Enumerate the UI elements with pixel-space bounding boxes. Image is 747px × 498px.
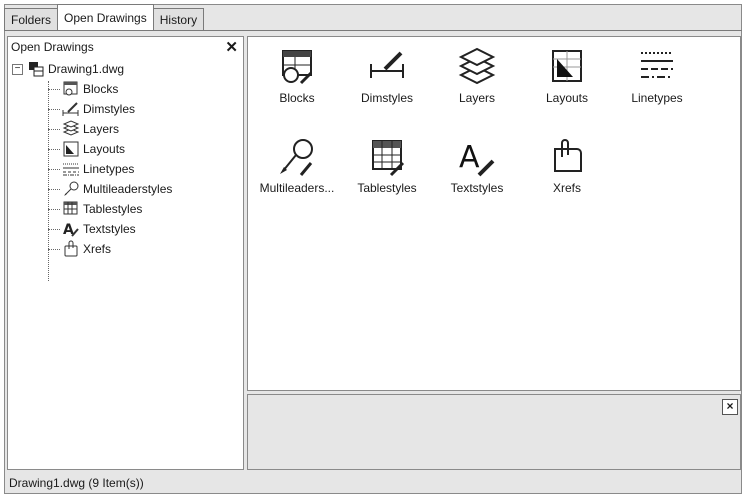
tree-item-blocks[interactable]: Blocks: [48, 79, 118, 99]
content-item-layers[interactable]: Layers: [432, 47, 522, 105]
tree-root-drawing1[interactable]: − Drawing1.dwg: [12, 59, 124, 79]
content-item-xrefs[interactable]: Xrefs: [522, 137, 612, 195]
multileaders-icon: [62, 180, 80, 198]
content-item-tablestyles[interactable]: Tablestyles: [342, 137, 432, 195]
tree-item-textstyles[interactable]: A Textstyles: [48, 219, 136, 239]
close-icon[interactable]: ✕: [225, 38, 238, 56]
tree-pane-title: Open Drawings: [11, 40, 94, 54]
blocks-icon: [282, 50, 313, 85]
layouts-icon: [62, 140, 80, 158]
tab-folders[interactable]: Folders: [4, 8, 59, 30]
linetypes-icon: [641, 52, 673, 78]
layouts-icon: [552, 50, 582, 82]
content-item-blocks[interactable]: Blocks: [252, 47, 342, 105]
content-item-linetypes[interactable]: Linetypes: [612, 47, 702, 105]
tree-item-linetypes[interactable]: Linetypes: [48, 159, 134, 179]
content-item-layouts[interactable]: Layouts: [522, 47, 612, 105]
tab-bar: Folders Open Drawings History: [4, 4, 205, 30]
layers-icon: [458, 47, 496, 85]
tree-pane: Open Drawings ✕ − Drawing1.dwg Blocks Di…: [7, 36, 244, 470]
linetypes-icon: [62, 160, 80, 178]
layers-icon: [62, 120, 80, 138]
xrefs-icon: [554, 139, 582, 172]
drawing-tree: − Drawing1.dwg Blocks Dimstyles Layers L…: [12, 59, 237, 309]
tree-item-xrefs[interactable]: Xrefs: [48, 239, 111, 259]
blocks-icon: [62, 80, 80, 98]
tree-pane-header: Open Drawings ✕: [11, 38, 240, 56]
dimstyles-icon: [62, 100, 80, 118]
tree-item-tablestyles[interactable]: Tablestyles: [48, 199, 142, 219]
tree-root-label: Drawing1.dwg: [48, 62, 125, 76]
tab-history[interactable]: History: [152, 8, 205, 30]
content-item-multileaders[interactable]: Multileaders...: [252, 137, 342, 195]
tree-item-dimstyles[interactable]: Dimstyles: [48, 99, 135, 119]
drawing-icon: [27, 60, 45, 78]
tree-item-multileaderstyles[interactable]: Multileaderstyles: [48, 179, 172, 199]
tree-item-layers[interactable]: Layers: [48, 119, 119, 139]
tablestyles-icon: [62, 200, 80, 218]
textstyles-icon: A: [62, 220, 80, 238]
textstyles-icon: A: [459, 140, 495, 177]
content-item-dimstyles[interactable]: Dimstyles: [342, 47, 432, 105]
multileaders-icon: [280, 139, 313, 176]
status-bar: Drawing1.dwg (9 Item(s)): [9, 476, 144, 490]
content-item-textstyles[interactable]: A Textstyles: [432, 137, 522, 195]
tab-open-drawings[interactable]: Open Drawings: [57, 4, 154, 30]
preview-pane: ×: [247, 394, 741, 470]
collapse-icon[interactable]: −: [12, 63, 23, 75]
content-pane: Blocks Dimstyles Layers Layouts Linetype…: [247, 36, 741, 391]
svg-text:A: A: [459, 140, 480, 175]
close-icon[interactable]: ×: [722, 399, 738, 415]
tablestyles-icon: [372, 140, 405, 177]
xrefs-icon: [62, 240, 80, 258]
tree-item-layouts[interactable]: Layouts: [48, 139, 125, 159]
dimstyles-icon: [370, 51, 404, 78]
